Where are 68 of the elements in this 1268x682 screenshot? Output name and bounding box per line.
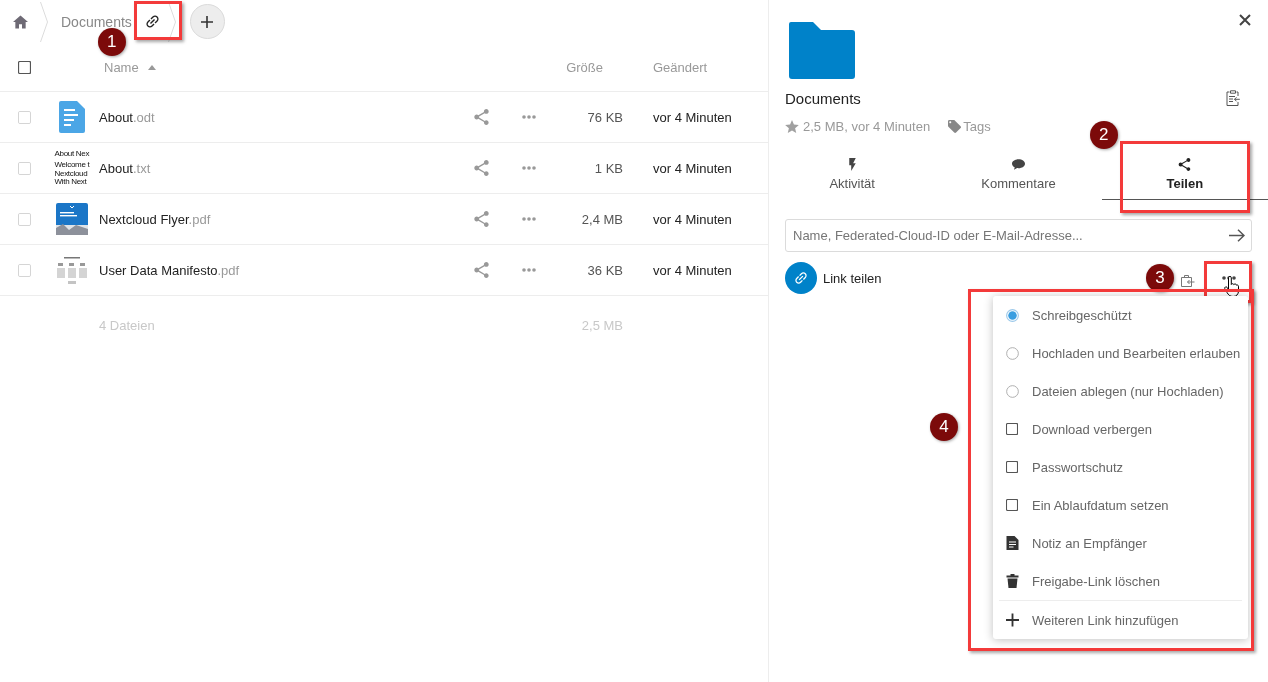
checkbox[interactable] xyxy=(1006,499,1018,511)
modified-time: vor 4 Minuten xyxy=(653,211,732,227)
tab[interactable]: Kommentare xyxy=(935,150,1102,200)
checkbox[interactable] xyxy=(1006,423,1018,435)
share-icon[interactable] xyxy=(473,109,489,125)
add-button[interactable] xyxy=(189,4,225,39)
clipboard-icon[interactable] xyxy=(1226,90,1240,106)
radio-button[interactable] xyxy=(1006,346,1019,360)
home-icon[interactable] xyxy=(13,14,28,29)
file-title: Documents xyxy=(785,89,861,107)
share-icon[interactable] xyxy=(473,211,489,227)
step-number-marker: 3 xyxy=(1146,264,1174,292)
file-name[interactable]: About.odt xyxy=(99,109,155,125)
file-size: 36 KB xyxy=(587,262,623,278)
comment-icon xyxy=(1012,158,1025,171)
tag-icon[interactable] xyxy=(948,119,962,133)
tab[interactable]: Teilen xyxy=(1101,150,1268,200)
checkbox-option[interactable]: Download verbergen xyxy=(993,410,1248,448)
file-meta: 2,5 MB, vor 4 Minuten xyxy=(803,118,931,134)
text-file-preview: About Nex Welcome t Nextcloud With Next xyxy=(54,149,90,187)
plus-icon xyxy=(1006,613,1019,627)
modified-time: vor 4 Minuten xyxy=(653,262,732,278)
menu-item[interactable]: Notiz an Empfänger xyxy=(993,524,1248,562)
step-number-marker: 2 xyxy=(1089,121,1118,149)
file-size: 2,4 MB xyxy=(581,211,623,227)
radio-button[interactable] xyxy=(1006,384,1019,398)
file-name[interactable]: About.txt xyxy=(99,160,151,176)
step-number-marker: 4 xyxy=(930,413,958,441)
link-icon[interactable] xyxy=(144,14,160,29)
share-icon xyxy=(1178,158,1192,171)
file-name[interactable]: User Data Manifesto.pdf xyxy=(99,262,240,278)
share-icon[interactable] xyxy=(473,262,489,278)
sort-ascending-icon[interactable] xyxy=(147,64,156,70)
radio-option[interactable]: Dateien ablegen (nur Hochladen) xyxy=(993,372,1248,410)
plus-icon xyxy=(201,15,214,28)
link-icon xyxy=(785,262,817,294)
menu-item[interactable]: Weiteren Link hinzufügen xyxy=(993,601,1248,639)
checkbox[interactable] xyxy=(1006,461,1018,473)
highlight-frame xyxy=(133,0,182,40)
radio-option[interactable]: Hochladen und Bearbeiten erlauben xyxy=(993,334,1248,372)
share-recipient-field[interactable]: Name, Federated-Cloud-ID oder E-Mail-Adresse... xyxy=(785,219,1252,252)
modified-time: vor 4 Minuten xyxy=(653,109,732,125)
clipboard-icon[interactable] xyxy=(1181,275,1195,287)
document-icon xyxy=(59,101,85,133)
file-name[interactable]: Nextcloud Flyer.pdf xyxy=(99,211,211,227)
flyer-thumbnail xyxy=(56,203,88,235)
radio-option[interactable]: Schreibgeschützt xyxy=(993,296,1248,334)
folder-icon xyxy=(789,22,855,79)
checkbox-option[interactable]: Passwortschutz xyxy=(993,448,1248,486)
menu-item[interactable]: Freigabe-Link löschen xyxy=(993,562,1248,600)
radio-button[interactable] xyxy=(1006,308,1019,322)
chevron-icon xyxy=(40,1,48,42)
modified-time: vor 4 Minuten xyxy=(653,160,732,176)
file-size: 76 KB xyxy=(587,109,623,125)
step-number-marker: 1 xyxy=(97,27,126,56)
trash-icon xyxy=(1006,574,1019,588)
arrow-right-icon[interactable] xyxy=(1229,229,1245,242)
manifesto-thumbnail xyxy=(56,254,88,286)
file-size: 1 KB xyxy=(594,160,623,176)
breadcrumb-folder[interactable]: Documents xyxy=(61,13,132,30)
close-icon[interactable] xyxy=(1239,14,1251,26)
tab[interactable]: Aktivität xyxy=(769,150,936,200)
checkbox[interactable] xyxy=(18,60,31,74)
star-icon[interactable] xyxy=(785,119,799,133)
share-icon[interactable] xyxy=(473,160,489,176)
link-share-label: Link teilen xyxy=(823,270,882,286)
checkbox-option[interactable]: Ein Ablaufdatum setzen xyxy=(993,486,1248,524)
note-icon xyxy=(1006,536,1019,550)
